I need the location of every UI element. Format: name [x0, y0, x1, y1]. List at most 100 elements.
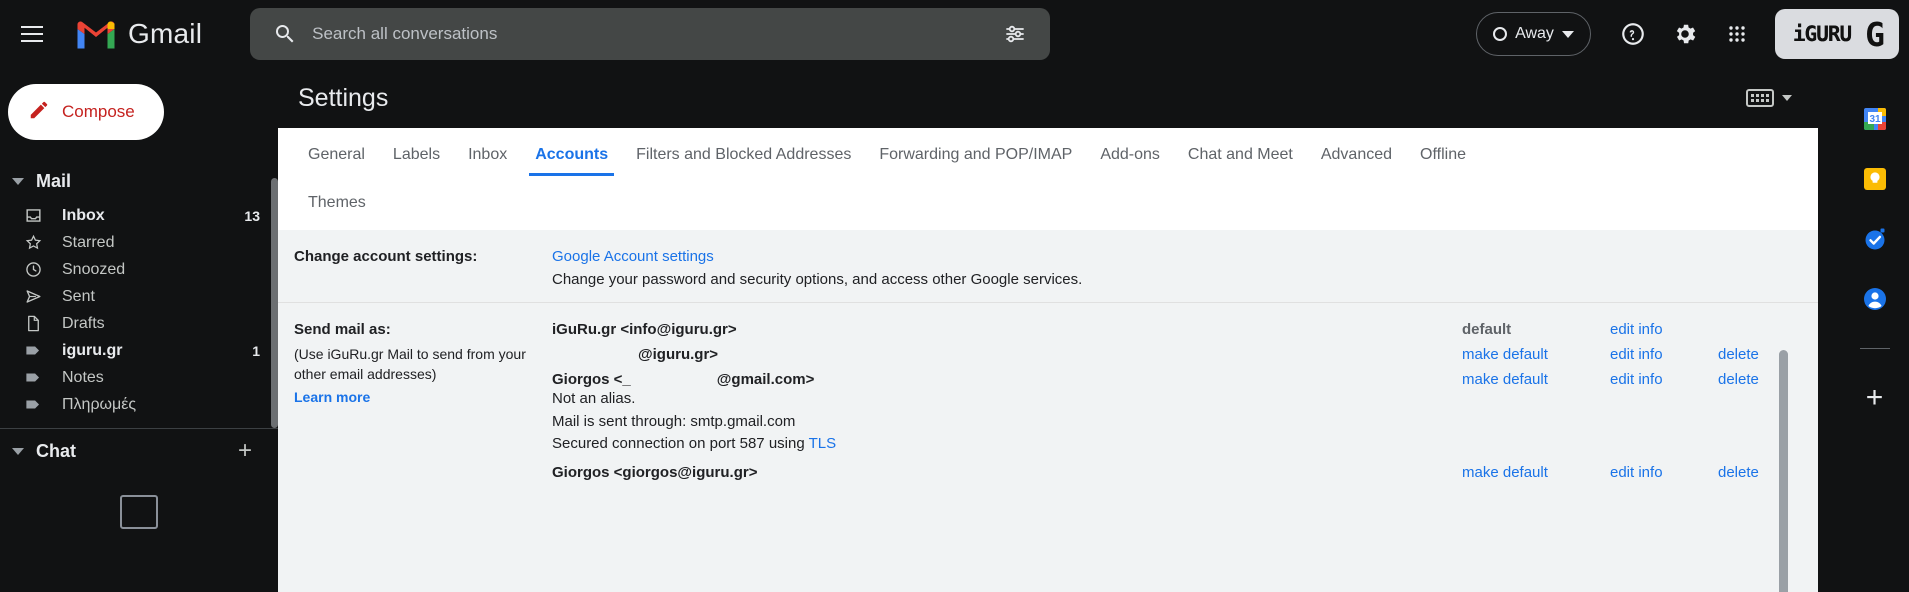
- tab-labels[interactable]: Labels: [379, 128, 454, 176]
- send-mail-as-detail: Mail is sent through: smtp.gmail.com: [552, 412, 796, 430]
- sidebar-item-sent[interactable]: Sent: [0, 283, 278, 310]
- tab-accounts[interactable]: Accounts: [521, 128, 622, 176]
- side-panel: 31 +: [1840, 68, 1909, 592]
- make-default-link[interactable]: make default: [1462, 464, 1610, 481]
- send-mail-as-address: @iguru.gr>: [552, 346, 1462, 363]
- tab-add-ons[interactable]: Add-ons: [1086, 128, 1174, 176]
- sidebar-item-starred[interactable]: Starred: [0, 229, 278, 256]
- search-input[interactable]: [306, 24, 995, 44]
- tab-themes[interactable]: Themes: [294, 176, 380, 224]
- mail-section-header[interactable]: Mail: [0, 160, 278, 202]
- add-app-icon[interactable]: +: [1866, 383, 1884, 413]
- change-account-value: Google Account settings Change your pass…: [552, 248, 1802, 288]
- main-menu-icon[interactable]: [8, 10, 56, 58]
- app-body: Compose Mail Inbox 13 Starred Snoozed Se…: [0, 68, 1909, 592]
- make-default-link[interactable]: make default: [1462, 346, 1610, 363]
- sidebar-item-label: Sent: [62, 287, 95, 305]
- brand: Gmail: [74, 17, 202, 51]
- sidebar-item-drafts[interactable]: Drafts: [0, 310, 278, 337]
- send-mail-as-detail: Not an alias.: [552, 390, 636, 407]
- delete-link[interactable]: delete: [1718, 346, 1759, 363]
- tab-inbox[interactable]: Inbox: [454, 128, 521, 176]
- edit-info-link[interactable]: edit info: [1610, 346, 1718, 363]
- send-mail-as-address: iGuRu.gr <info@iguru.gr>: [552, 321, 737, 338]
- top-bar: Gmail Away: [0, 0, 1909, 68]
- google-tasks-icon[interactable]: [1860, 224, 1890, 254]
- tab-advanced[interactable]: Advanced: [1307, 128, 1406, 176]
- google-calendar-icon[interactable]: 31: [1860, 104, 1890, 134]
- sidebar-item-iguru-gr[interactable]: iguru.gr 1: [0, 337, 278, 364]
- chevron-down-icon: [12, 447, 24, 455]
- sidebar-item-label: Notes: [62, 368, 104, 386]
- gear-icon[interactable]: [1661, 10, 1709, 58]
- tab-filters-and-blocked-addresses[interactable]: Filters and Blocked Addresses: [622, 128, 865, 176]
- google-apps-icon[interactable]: [1713, 10, 1761, 58]
- sidebar-item-pliromes[interactable]: Πληρωμές: [0, 391, 278, 418]
- chevron-down-icon: [12, 177, 24, 185]
- send-mail-as-secure-line: Secured connection on port 587 using TLS: [552, 433, 1462, 456]
- new-chat-icon[interactable]: +: [238, 439, 252, 463]
- send-mail-as-entry: iGuRu.gr <info@iguru.gr> default edit in…: [552, 321, 1802, 338]
- settings-content: Change account settings: Google Account …: [278, 230, 1818, 592]
- settings-tabs-row-2: Themes: [278, 176, 1818, 230]
- sidebar-item-inbox[interactable]: Inbox 13: [0, 202, 278, 229]
- change-account-description: Change your password and security option…: [552, 271, 1083, 288]
- help-icon[interactable]: [1609, 10, 1657, 58]
- tab-general[interactable]: General: [294, 128, 379, 176]
- tab-offline[interactable]: Offline: [1406, 128, 1480, 176]
- settings-card: General Labels Inbox Accounts Filters an…: [278, 128, 1818, 592]
- tls-link[interactable]: TLS: [809, 435, 837, 452]
- gmail-wordmark: Gmail: [128, 18, 203, 49]
- status-label: Away: [1515, 25, 1554, 42]
- secure-line-text: Secured connection on port 587 using: [552, 435, 809, 452]
- input-tools-selector[interactable]: [1746, 89, 1820, 107]
- compose-label: Compose: [62, 102, 135, 121]
- account-badge-letter: G: [1865, 14, 1885, 54]
- edit-info-link[interactable]: edit info: [1610, 464, 1718, 481]
- chat-section-header[interactable]: Chat +: [0, 429, 278, 473]
- send-mail-as-entries: iGuRu.gr <info@iguru.gr> default edit in…: [552, 321, 1802, 489]
- edit-info-link[interactable]: edit info: [1610, 371, 1718, 388]
- sidebar-scrollbar[interactable]: [271, 178, 278, 428]
- settings-tabs-row-1: General Labels Inbox Accounts Filters an…: [278, 128, 1818, 176]
- send-mail-as-label: Send mail as: (Use iGuRu.gr Mail to send…: [294, 321, 552, 489]
- svg-text:31: 31: [1869, 114, 1881, 125]
- status-dot-icon: [1493, 27, 1508, 41]
- google-account-settings-link[interactable]: Google Account settings: [552, 248, 1802, 265]
- top-bar-actions: Away iGURU G: [1476, 9, 1909, 59]
- clock-icon: [22, 260, 44, 279]
- sidebar-item-label: Inbox: [62, 206, 105, 224]
- delete-link[interactable]: delete: [1718, 371, 1759, 388]
- mail-section-label: Mail: [36, 170, 72, 191]
- search-options-icon[interactable]: [994, 13, 1036, 55]
- send-mail-as-address: Giorgos <_ @gmail.com> Not an alias. Mail…: [552, 371, 1462, 456]
- sidebar: Compose Mail Inbox 13 Starred Snoozed Se…: [0, 68, 278, 592]
- google-keep-icon[interactable]: [1860, 164, 1890, 194]
- send-mail-as-actions: make default edit info delete: [1462, 464, 1802, 481]
- compose-button[interactable]: Compose: [8, 84, 164, 140]
- learn-more-link[interactable]: Learn more: [294, 389, 370, 405]
- delete-link[interactable]: delete: [1718, 464, 1759, 481]
- sidebar-item-notes[interactable]: Notes: [0, 364, 278, 391]
- inbox-icon: [22, 206, 44, 225]
- sidebar-nav-list: Inbox 13 Starred Snoozed Sent Drafts igu…: [0, 202, 278, 418]
- chat-placeholder: [120, 495, 158, 529]
- send-mail-as-entry: @iguru.gr> make default edit info delete: [552, 346, 1802, 363]
- sidebar-item-count: 13: [244, 207, 260, 224]
- send-mail-as-actions: make default edit info delete: [1462, 346, 1802, 363]
- send-mail-as-title: Send mail as:: [294, 321, 391, 338]
- search-icon[interactable]: [264, 13, 306, 55]
- tab-forwarding-and-pop-imap[interactable]: Forwarding and POP/IMAP: [865, 128, 1086, 176]
- account-avatar[interactable]: iGURU G: [1774, 9, 1899, 59]
- tab-chat-and-meet[interactable]: Chat and Meet: [1174, 128, 1307, 176]
- search-bar[interactable]: [250, 8, 1051, 60]
- label-icon: [22, 341, 44, 360]
- status-dropdown[interactable]: Away: [1476, 12, 1591, 56]
- settings-scrollbar[interactable]: [1779, 350, 1788, 592]
- google-contacts-icon[interactable]: [1860, 284, 1890, 314]
- sidebar-item-snoozed[interactable]: Snoozed: [0, 256, 278, 283]
- send-mail-as-actions: make default edit info delete: [1462, 371, 1802, 388]
- make-default-link[interactable]: make default: [1462, 371, 1610, 388]
- settings-tabs: General Labels Inbox Accounts Filters an…: [278, 128, 1818, 230]
- edit-info-link[interactable]: edit info: [1610, 321, 1718, 338]
